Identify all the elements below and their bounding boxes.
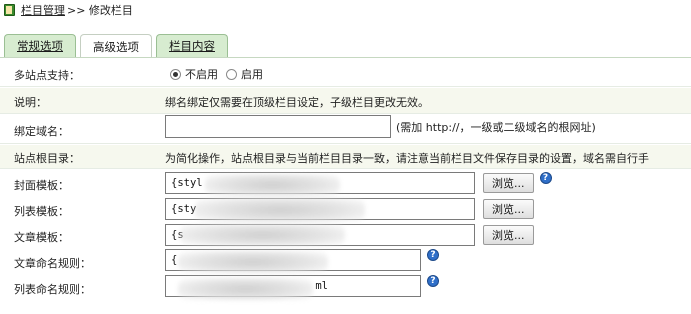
row-domain: 绑定域名： (需加 http://，一级或二级域名的根网址)	[0, 114, 691, 144]
privacy-blur	[195, 198, 365, 222]
help-icon[interactable]: ?	[539, 172, 552, 184]
list-template-label: 列表模板：	[14, 205, 69, 218]
row-rootdir: 站点根目录： 为简化操作，站点根目录与当前栏目目录一致，请注意当前栏目文件保存目…	[0, 145, 691, 169]
list-rule-value: ml	[315, 280, 328, 292]
row-cover-template: 封面模板： {styl 浏览... ?	[0, 170, 691, 196]
radio-disable-label: 不启用	[185, 68, 218, 81]
radio-enable-label: 启用	[241, 68, 263, 81]
row-note: 说明： 绑名绑定仅需要在顶级栏目设定，子级栏目更改无效。	[0, 88, 691, 114]
domain-hint: (需加 http://，一级或二级域名的根网址)	[396, 120, 596, 134]
tab-content[interactable]: 栏目内容	[156, 34, 228, 57]
privacy-blur	[178, 278, 313, 300]
tab-divider	[0, 57, 691, 58]
article-template-browse-button[interactable]: 浏览...	[483, 225, 534, 245]
row-article-rule: 文章命名规则： { ?	[0, 248, 691, 274]
tab-general[interactable]: 常规选项	[4, 34, 76, 57]
row-list-rule: 列表命名规则： ml ?	[0, 274, 691, 302]
help-icon[interactable]: ?	[427, 249, 439, 261]
help-icon[interactable]: ?	[427, 275, 439, 287]
note-text: 绑名绑定仅需要在顶级栏目设定，子级栏目更改无效。	[165, 96, 429, 109]
rootdir-text: 为简化操作，站点根目录与当前栏目目录一致，请注意当前栏目文件保存目录的设置，域名…	[165, 152, 649, 165]
cover-template-browse-button[interactable]: 浏览...	[483, 173, 534, 193]
row-multisite: 多站点支持： 不启用 启用	[0, 60, 691, 87]
domain-input[interactable]	[165, 115, 391, 138]
article-rule-label: 文章命名规则：	[14, 257, 91, 270]
breadcrumb-link-column-manage[interactable]: 栏目管理	[21, 2, 65, 18]
privacy-blur	[205, 174, 340, 196]
article-template-label: 文章模板：	[14, 231, 69, 244]
note-label: 说明：	[14, 96, 47, 109]
breadcrumb: 栏目管理 >> 修改栏目	[0, 0, 691, 20]
rootdir-label: 站点根目录：	[14, 152, 80, 165]
cover-template-label: 封面模板：	[14, 179, 69, 192]
multisite-label: 多站点支持：	[14, 69, 80, 82]
book-icon	[4, 4, 15, 16]
row-article-template: 文章模板： {s 浏览...	[0, 222, 691, 248]
breadcrumb-current: >> 修改栏目	[67, 4, 133, 17]
domain-label: 绑定域名：	[14, 125, 69, 138]
list-rule-label: 列表命名规则：	[14, 283, 91, 296]
radio-enable[interactable]	[226, 68, 237, 80]
tab-advanced[interactable]: 高级选项	[80, 34, 152, 58]
privacy-blur	[180, 224, 345, 246]
tab-bar: 常规选项 高级选项 栏目内容	[4, 34, 232, 58]
list-template-browse-button[interactable]: 浏览...	[483, 199, 534, 219]
privacy-blur	[178, 251, 328, 273]
radio-disable[interactable]	[170, 68, 181, 80]
